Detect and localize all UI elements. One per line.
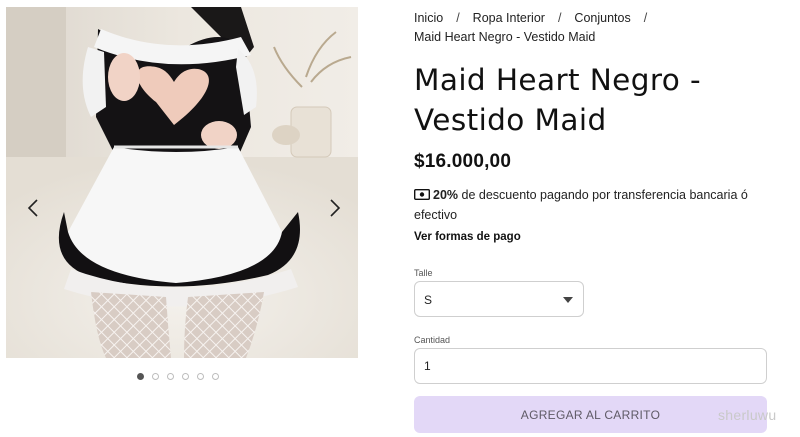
gallery-dot[interactable] — [167, 373, 174, 380]
breadcrumb-separator: / — [643, 11, 648, 25]
size-label: Talle — [414, 268, 433, 278]
discount-text: de descuento pagando por transferencia b… — [414, 188, 748, 222]
discount-percent: 20% — [433, 188, 459, 202]
gallery-dot[interactable] — [137, 373, 144, 380]
gallery-dot[interactable] — [182, 373, 189, 380]
breadcrumb-link-ropa-interior[interactable]: Ropa Interior — [473, 11, 545, 25]
watermark: sherluwu — [718, 407, 777, 423]
gallery-dot[interactable] — [197, 373, 204, 380]
gallery-pagination — [137, 373, 219, 380]
breadcrumb-current: Maid Heart Negro - Vestido Maid — [414, 30, 596, 44]
payment-methods-link[interactable]: Ver formas de pago — [414, 231, 521, 243]
product-photo — [6, 7, 358, 358]
discount-info: 20% de descuento pagando por transferenc… — [413, 186, 774, 225]
gallery-dot[interactable] — [152, 373, 159, 380]
size-value: S — [424, 293, 433, 307]
cash-icon — [413, 187, 431, 206]
chevron-left-icon — [27, 199, 38, 217]
breadcrumb-link-conjuntos[interactable]: Conjuntos — [574, 11, 630, 25]
chevron-right-icon — [330, 199, 341, 217]
add-to-cart-button[interactable]: AGREGAR AL CARRITO — [414, 396, 767, 433]
product-title: Maid Heart Negro - Vestido Maid — [414, 63, 702, 137]
quantity-input[interactable] — [414, 348, 767, 384]
breadcrumb: Inicio / Ropa Interior / Conjuntos / Maid Hea… — [414, 9, 794, 47]
quantity-label: Cantidad — [414, 335, 451, 345]
breadcrumb-separator: / — [557, 11, 562, 25]
product-image-gallery[interactable] — [6, 7, 358, 358]
size-select[interactable]: S — [414, 281, 584, 317]
next-image-button[interactable] — [324, 193, 346, 223]
product-price: $16.000,00 — [414, 151, 512, 172]
previous-image-button[interactable] — [22, 193, 44, 223]
breadcrumb-link-inicio[interactable]: Inicio — [414, 11, 443, 25]
gallery-dot[interactable] — [212, 373, 219, 380]
chevron-down-icon — [563, 297, 573, 303]
breadcrumb-separator: / — [456, 11, 460, 25]
